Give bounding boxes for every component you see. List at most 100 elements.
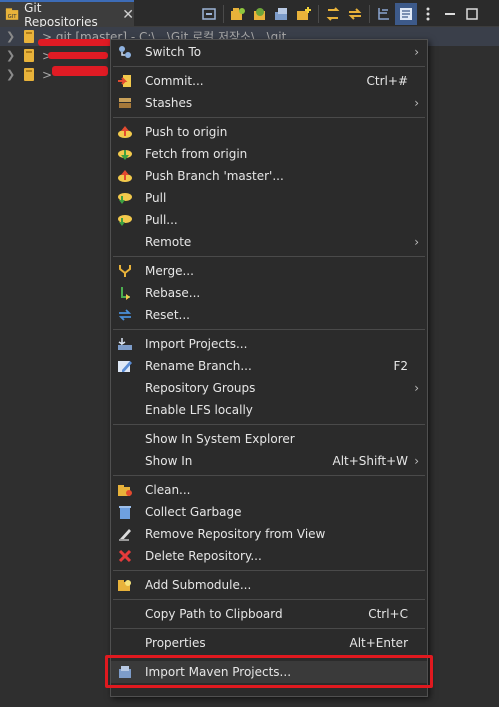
menu-item-shortcut: Ctrl+# [366,74,408,88]
create-repo-icon[interactable] [271,3,293,25]
menu-item-merge[interactable]: Merge... [111,260,427,282]
menu-icon-placeholder [117,380,133,396]
push-branch-icon [117,168,133,184]
show-view-icon[interactable] [395,3,417,25]
menu-item-commit[interactable]: Commit... Ctrl+# [111,70,427,92]
menu-item-label: Reset... [145,308,190,322]
menu-separator [111,421,427,428]
menu-item-label: Switch To [145,45,202,59]
menu-item-shortcut: Alt+Shift+W [332,454,409,468]
toolbar-separator [318,5,319,23]
menu-item-label: Copy Path to Clipboard [145,607,283,621]
menu-icon-placeholder [117,606,133,622]
close-icon[interactable]: ✕ [122,8,134,22]
submenu-arrow-icon: › [414,45,419,59]
menu-item-push-branch-master[interactable]: Push Branch 'master'... [111,165,427,187]
rename-icon [117,358,133,374]
view-menu-icon[interactable] [417,3,439,25]
context-menu: Switch To › Commit... Ctrl+# Stashes › Push to… [110,39,428,697]
menu-icon-placeholder [117,453,133,469]
menu-item-push-to-origin[interactable]: Push to origin [111,121,427,143]
menu-item-import-projects[interactable]: Import Projects... [111,333,427,355]
menu-item-clean[interactable]: Clean... [111,479,427,501]
menu-item-reset[interactable]: Reset... [111,304,427,326]
menu-item-shortcut: Alt+Enter [349,636,408,650]
menu-item-label: Merge... [145,264,194,278]
menu-item-enable-lfs-locally[interactable]: Enable LFS locally [111,399,427,421]
chevron-right-icon[interactable]: ❯ [6,30,18,43]
reset-icon [117,307,133,323]
menu-item-pull[interactable]: Pull... [111,209,427,231]
garbage-icon [117,504,133,520]
submenu-arrow-icon: › [414,381,419,395]
menu-item-copy-path-to-clipboard[interactable]: Copy Path to Clipboard Ctrl+C [111,603,427,625]
menu-item-shortcut: Ctrl+C [368,607,408,621]
menu-separator [111,596,427,603]
toolbar-separator [369,5,370,23]
menu-item-pull[interactable]: Pull [111,187,427,209]
delete-icon [117,548,133,564]
menu-item-rename-branch[interactable]: Rename Branch... F2 [111,355,427,377]
refresh-icon[interactable] [322,3,344,25]
menu-item-remote[interactable]: Remote › [111,231,427,253]
menu-item-rebase[interactable]: Rebase... [111,282,427,304]
menu-item-label: Clean... [145,483,191,497]
menu-icon-placeholder [117,402,133,418]
menu-item-label: Properties [145,636,206,650]
menu-item-stashes[interactable]: Stashes › [111,92,427,114]
menu-item-label: Commit... [145,74,204,88]
menu-item-switch-to[interactable]: Switch To › [111,41,427,63]
menu-item-remove-repository-from-view[interactable]: Remove Repository from View [111,523,427,545]
view-toolbar [198,3,483,25]
menu-item-delete-repository[interactable]: Delete Repository... [111,545,427,567]
git-repositories-tab[interactable]: GIT Git Repositories ✕ [0,0,134,29]
menu-item-label: Import Projects... [145,337,248,351]
menu-icon-placeholder [117,234,133,250]
menu-item-label: Stashes [145,96,193,110]
menu-item-label: Pull... [145,213,178,227]
menu-item-label: Repository Groups [145,381,256,395]
menu-separator [111,472,427,479]
menu-separator [111,567,427,574]
menu-item-show-in[interactable]: Show In Alt+Shift+W › [111,450,427,472]
submenu-arrow-icon: › [414,454,419,468]
repository-icon [24,49,34,62]
repository-icon [24,68,34,81]
pull-icon [117,190,133,206]
submenu-arrow-icon: › [414,96,419,110]
menu-item-label: Pull [145,191,167,205]
menu-item-label: Remote [145,235,192,249]
clone-repo-icon[interactable] [227,3,249,25]
maximize-icon[interactable] [461,3,483,25]
commit-icon [117,73,133,89]
menu-item-add-submodule[interactable]: Add Submodule... [111,574,427,596]
menu-item-repository-groups[interactable]: Repository Groups › [111,377,427,399]
tree-row-label: > [42,67,53,82]
switch-icon [117,44,133,60]
rebase-icon [117,285,133,301]
tree-layout-icon[interactable] [373,3,395,25]
submodule-icon [117,577,133,593]
menu-item-label: Show In System Explorer [145,432,295,446]
menu-item-label: Remove Repository from View [145,527,326,541]
redaction-mark [52,66,108,76]
link-with-editor-icon[interactable] [344,3,366,25]
menu-item-label: Delete Repository... [145,549,262,563]
collapse-all-icon[interactable] [198,3,220,25]
menu-item-label: Fetch from origin [145,147,248,161]
menu-item-shortcut: F2 [393,359,408,373]
minimize-icon[interactable] [439,3,461,25]
tab-title: Git Repositories [24,0,98,29]
add-repo-icon[interactable] [249,3,271,25]
new-folder-icon[interactable] [293,3,315,25]
menu-item-label: Push to origin [145,125,228,139]
chevron-right-icon[interactable]: ❯ [6,49,18,62]
menu-item-collect-garbage[interactable]: Collect Garbage [111,501,427,523]
menu-item-properties[interactable]: Properties Alt+Enter [111,632,427,654]
menu-item-fetch-from-origin[interactable]: Fetch from origin [111,143,427,165]
chevron-right-icon[interactable]: ❯ [6,68,18,81]
import-projects-icon [117,336,133,352]
menu-item-show-in-system-explorer[interactable]: Show In System Explorer [111,428,427,450]
menu-separator [111,326,427,333]
toolbar-separator [223,5,224,23]
